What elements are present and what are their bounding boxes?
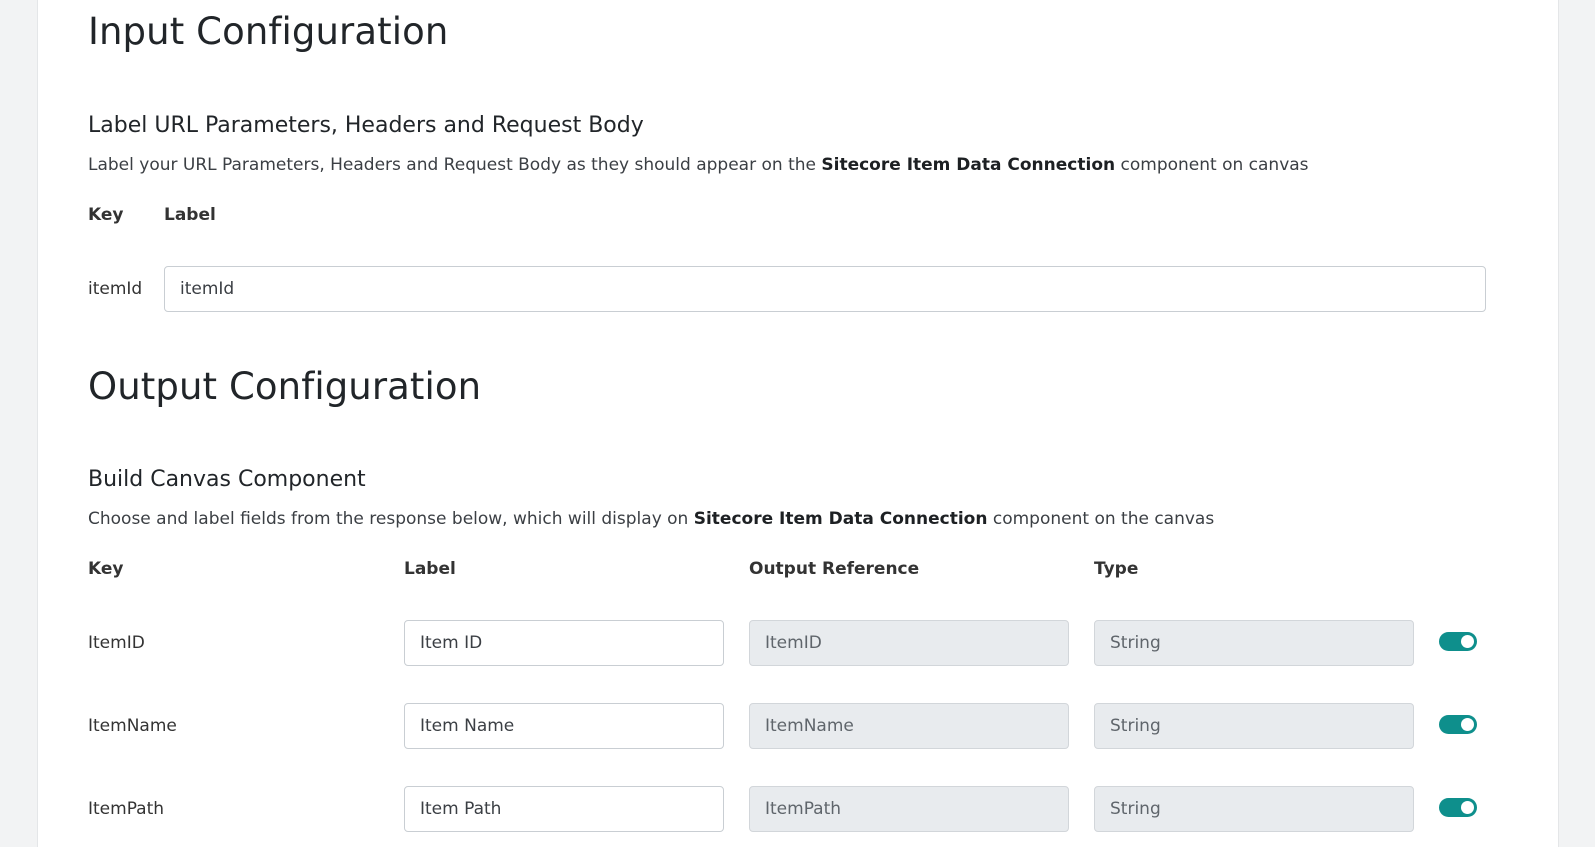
output-row-type-field: String [1094, 703, 1414, 749]
output-row-label-input[interactable]: Item Name [404, 703, 724, 749]
output-row-enable-toggle[interactable] [1439, 632, 1477, 651]
input-col-key-header: Key [88, 205, 124, 225]
output-row-label-input[interactable]: Item Path [404, 786, 724, 832]
toggle-knob [1461, 635, 1474, 648]
toggle-knob [1461, 718, 1474, 731]
output-col-label-header: Label [404, 559, 456, 579]
output-section-description: Choose and label fields from the respons… [88, 509, 1215, 529]
input-row-label-input[interactable]: itemId [164, 266, 1486, 312]
input-row-key: itemId [88, 279, 143, 299]
toggle-knob [1461, 801, 1474, 814]
output-col-type-header: Type [1094, 559, 1139, 579]
input-section-title: Label URL Parameters, Headers and Reques… [88, 113, 644, 138]
output-row-reference-field: ItemID [749, 620, 1069, 666]
output-section-title: Build Canvas Component [88, 467, 366, 492]
input-section-description: Label your URL Parameters, Headers and R… [88, 155, 1309, 175]
output-row-reference-field: ItemPath [749, 786, 1069, 832]
output-row-key: ItemID [88, 633, 145, 653]
output-row-type-field: String [1094, 620, 1414, 666]
output-row-key: ItemPath [88, 799, 165, 819]
output-row-reference-field: ItemName [749, 703, 1069, 749]
output-col-key-header: Key [88, 559, 124, 579]
output-row-enable-toggle[interactable] [1439, 798, 1477, 817]
input-configuration-title: Input Configuration [88, 10, 449, 53]
configuration-panel: Input Configuration Label URL Parameters… [37, 0, 1559, 847]
output-row-enable-toggle[interactable] [1439, 715, 1477, 734]
output-row-key: ItemName [88, 716, 177, 736]
output-col-reference-header: Output Reference [749, 559, 920, 579]
input-col-label-header: Label [164, 205, 216, 225]
output-configuration-title: Output Configuration [88, 365, 482, 408]
output-row-label-input[interactable]: Item ID [404, 620, 724, 666]
output-row-type-field: String [1094, 786, 1414, 832]
